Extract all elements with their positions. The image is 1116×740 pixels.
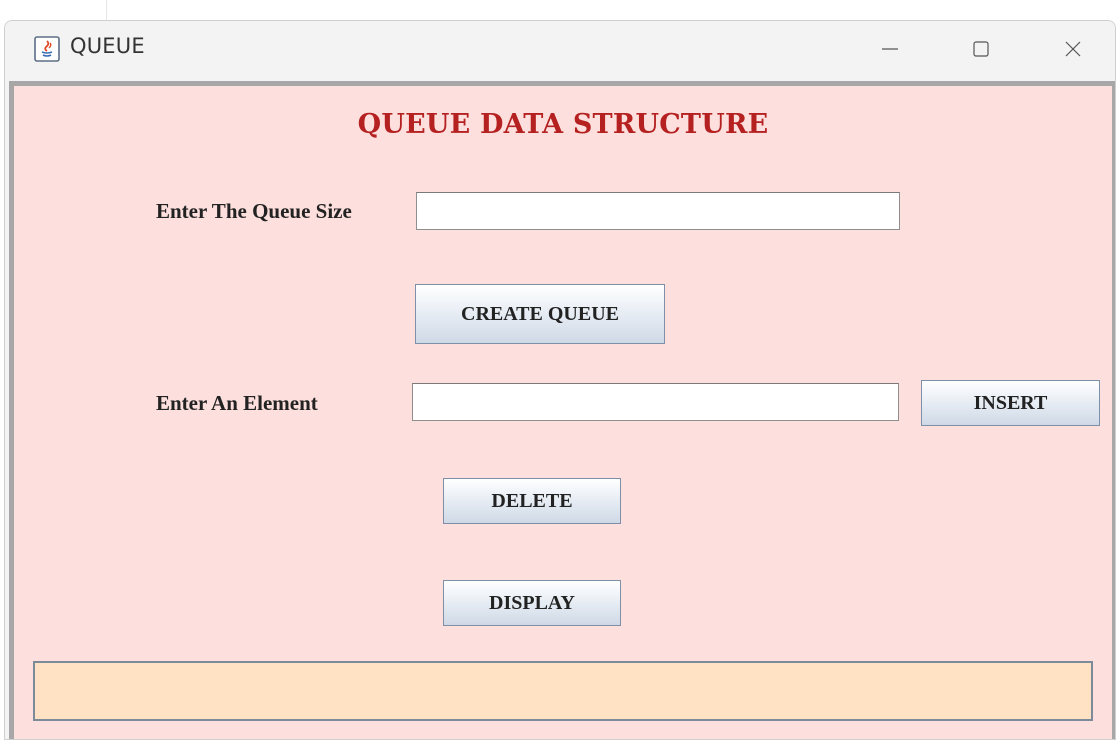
queue-size-label: Enter The Queue Size [156, 199, 352, 223]
display-button[interactable]: DISPLAY [443, 580, 621, 626]
window-title: QUEUE [70, 34, 145, 58]
element-input[interactable] [412, 383, 899, 421]
maximize-button[interactable] [958, 29, 1004, 69]
output-display-area [33, 661, 1093, 721]
maximize-icon [973, 41, 989, 57]
close-icon [1065, 41, 1081, 57]
queue-window: QUEUE QUEUE DATA STRUCTURE Enter The Que… [4, 20, 1116, 740]
background-app-strip [0, 0, 107, 20]
queue-form-panel: QUEUE DATA STRUCTURE Enter The Queue Siz… [14, 86, 1112, 739]
minimize-icon [882, 48, 898, 50]
delete-button[interactable]: DELETE [443, 478, 621, 524]
queue-size-input[interactable] [416, 192, 900, 230]
form-heading: QUEUE DATA STRUCTURE [357, 109, 769, 140]
create-queue-button[interactable]: CREATE QUEUE [415, 284, 665, 344]
minimize-button[interactable] [867, 29, 913, 69]
window-frame: QUEUE DATA STRUCTURE Enter The Queue Siz… [9, 81, 1115, 739]
close-button[interactable] [1050, 29, 1096, 69]
element-label: Enter An Element [156, 391, 318, 415]
insert-button[interactable]: INSERT [921, 380, 1100, 426]
java-icon [34, 36, 60, 62]
title-bar[interactable]: QUEUE [5, 21, 1115, 81]
